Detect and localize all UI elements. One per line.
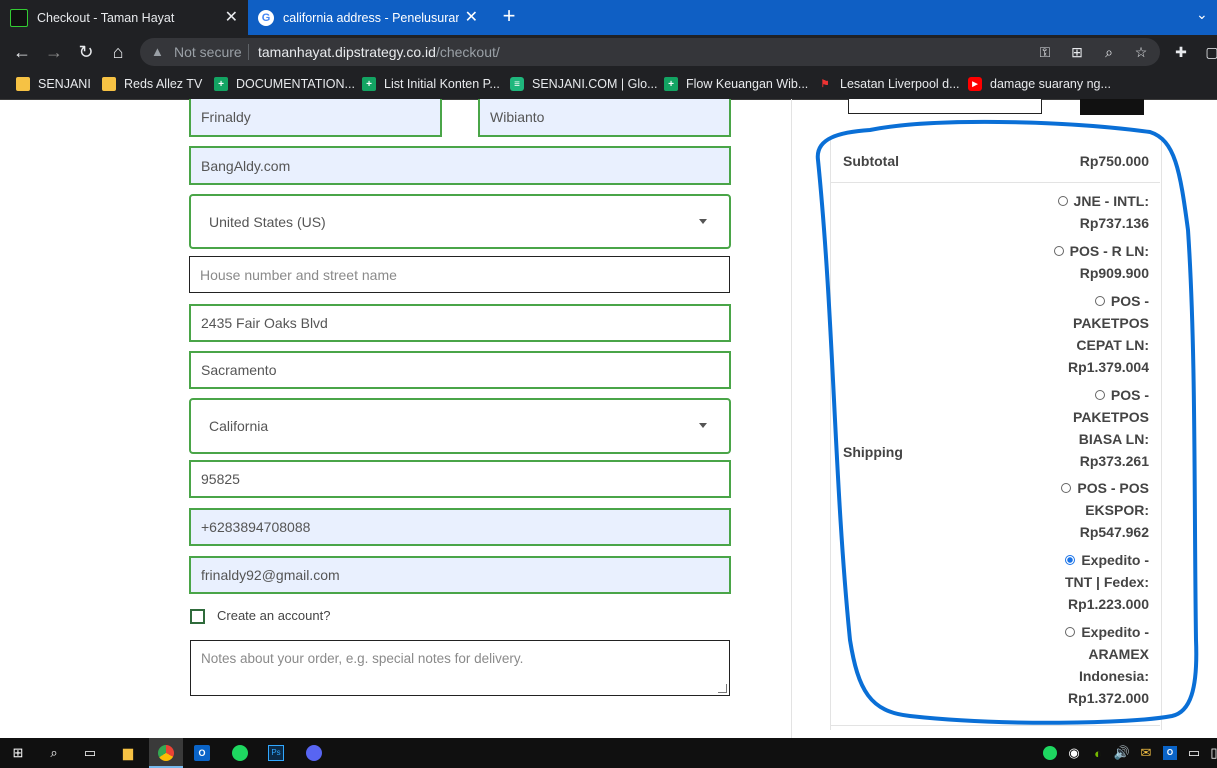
volume-icon[interactable]: 🔊 (1112, 743, 1132, 763)
display-icon[interactable]: ▭ (1184, 743, 1204, 763)
mail-icon[interactable]: ✉ (1136, 743, 1156, 763)
task-view-icon[interactable]: ▭ (80, 743, 100, 763)
windows-start-icon[interactable]: ⊞ (8, 743, 28, 763)
nvidia-tray-icon[interactable]: ◐ (1088, 743, 1108, 763)
outlook-icon[interactable]: O (192, 743, 212, 763)
spotify-icon[interactable] (230, 743, 250, 763)
outlook-tray-icon[interactable]: O (1160, 743, 1180, 763)
discord-tray-icon[interactable]: ◉ (1064, 743, 1084, 763)
spotify-tray-icon[interactable] (1040, 743, 1060, 763)
file-explorer-icon[interactable]: ▆ (118, 743, 138, 763)
chrome-icon[interactable] (156, 743, 176, 763)
search-icon[interactable]: ⌕ (44, 743, 64, 763)
discord-icon[interactable] (304, 743, 324, 763)
notification-icon[interactable]: ▯ (1204, 743, 1217, 763)
photoshop-icon[interactable]: Ps (266, 743, 286, 763)
annotation-loop (815, 119, 1199, 725)
annotation-stroke (815, 119, 1199, 725)
